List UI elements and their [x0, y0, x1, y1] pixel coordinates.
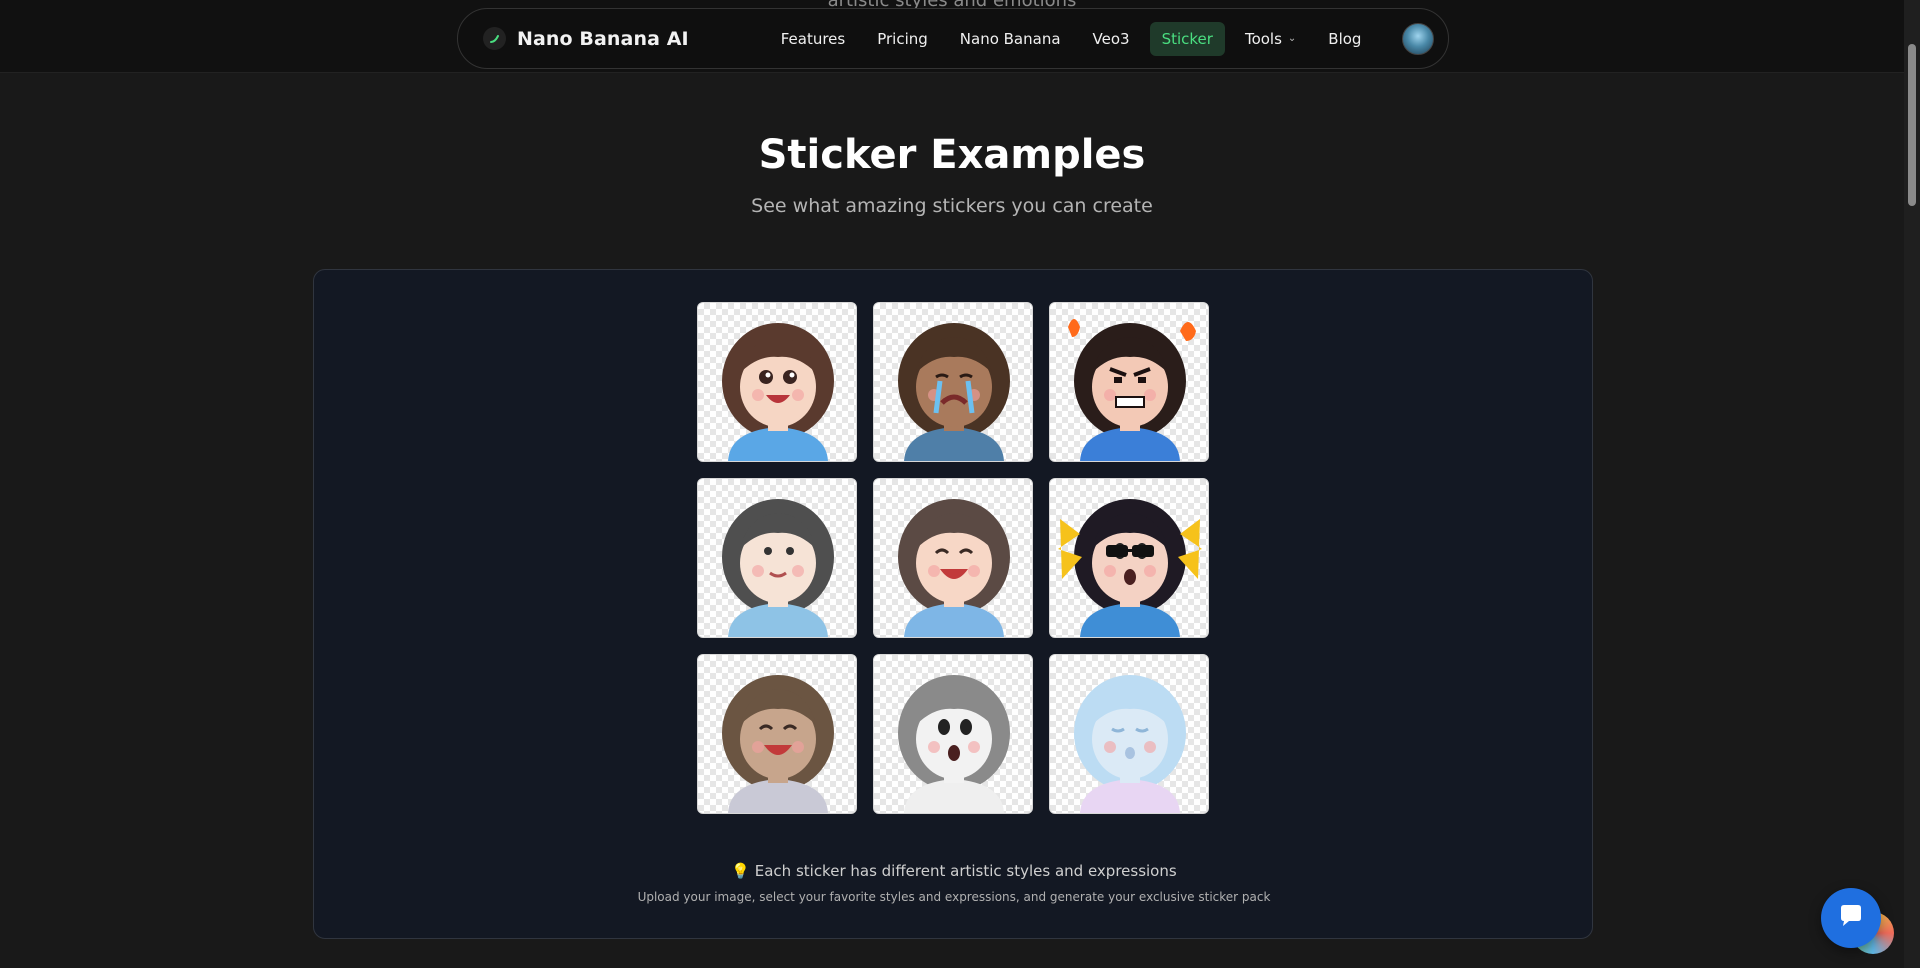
sticker-tile-watercolor[interactable]: [697, 478, 857, 638]
main-navbar: Nano Banana AI Features Pricing Nano Banan…: [457, 8, 1449, 69]
sticker-image: [1058, 499, 1202, 637]
nav-item-label: Tools: [1244, 29, 1282, 48]
sticker-image: [1068, 319, 1196, 461]
chevron-down-icon: ⌄: [1287, 33, 1297, 44]
sticker-examples-panel: 💡 Each sticker has different artistic st…: [313, 269, 1593, 939]
tip-text: 💡 Each sticker has different artistic st…: [731, 862, 1177, 880]
sticker-tile-cartoon-laughing[interactable]: [873, 478, 1033, 638]
sticker-grid: [697, 302, 1209, 814]
sticker-image: [1074, 675, 1186, 813]
nav-item-veo3[interactable]: Veo3: [1081, 22, 1142, 56]
tip-subtext: Upload your image, select your favorite …: [637, 890, 1271, 904]
nav-item-blog[interactable]: Blog: [1316, 22, 1373, 56]
sticker-image: [898, 323, 1010, 461]
nav-item-label: Features: [780, 29, 846, 48]
nav-links: Features Pricing Nano Banana Veo3 Sticker Too…: [769, 21, 1382, 56]
nav-item-pricing[interactable]: Pricing: [865, 22, 940, 56]
sticker-tile-pixel-angry[interactable]: [1049, 302, 1209, 462]
brand-link[interactable]: Nano Banana AI: [483, 27, 689, 50]
page-scrollbar[interactable]: [1904, 0, 1920, 968]
sticker-tile-pastel-iridescent[interactable]: [1049, 654, 1209, 814]
sticker-image: [722, 499, 834, 637]
nav-item-tools[interactable]: Tools ⌄: [1233, 22, 1308, 56]
nav-item-label: Pricing: [877, 29, 928, 48]
section-title: Sticker Examples: [758, 132, 1146, 178]
nav-item-nano-banana[interactable]: Nano Banana: [948, 22, 1073, 56]
user-avatar[interactable]: [1402, 23, 1434, 55]
banana-logo-icon: [483, 27, 506, 50]
header-bar: artistic styles and emotions Nano Banana…: [0, 0, 1904, 73]
sticker-tile-pencil-sketch[interactable]: [873, 654, 1033, 814]
nav-item-label: Veo3: [1092, 29, 1130, 48]
scrollbar-thumb[interactable]: [1908, 44, 1916, 206]
chat-button[interactable]: [1821, 888, 1881, 948]
sticker-tile-chibi-happy[interactable]: [697, 302, 857, 462]
sticker-tile-holographic-chrome[interactable]: [697, 654, 857, 814]
brand-name: Nano Banana AI: [517, 27, 689, 50]
nav-item-label: Nano Banana: [959, 29, 1061, 48]
sticker-tile-pop-art-cool[interactable]: [1049, 478, 1209, 638]
sticker-image: [898, 499, 1010, 637]
sticker-image: [722, 323, 834, 461]
nav-item-sticker[interactable]: Sticker: [1149, 21, 1225, 56]
nav-item-features[interactable]: Features: [769, 22, 858, 56]
sticker-tile-realistic-crying[interactable]: [873, 302, 1033, 462]
nav-item-label: Sticker: [1161, 29, 1213, 48]
chat-bubble-icon: [1837, 902, 1865, 934]
sticker-image: [898, 675, 1010, 813]
sticker-image: [722, 675, 834, 813]
nav-item-label: Blog: [1328, 29, 1362, 48]
section-subtitle: See what amazing stickers you can create: [751, 195, 1153, 217]
